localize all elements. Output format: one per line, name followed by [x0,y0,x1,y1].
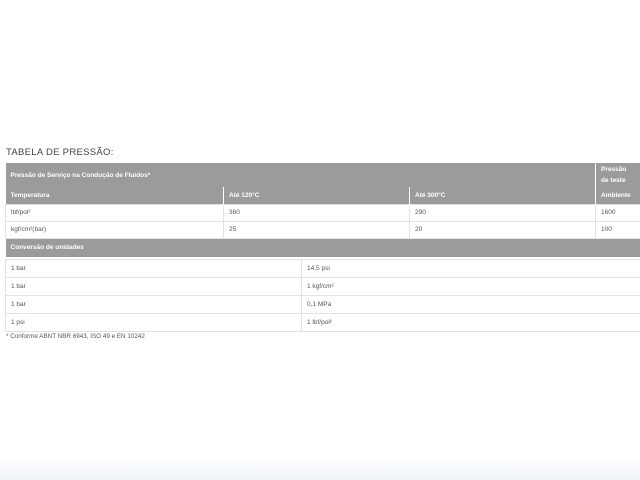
table-cell: 0,1 MPa [301,295,640,314]
table-cell: 1 bar [5,277,302,296]
table-row: 1 bar 14,5 psi [5,259,640,278]
column-header-ambiente: Ambiente [595,187,640,204]
footnote: * Conforme ABNT NBR 6943, ISO 49 e EN 10… [6,333,145,340]
column-header-ate-120: Até 120°C [223,187,410,204]
column-header-temperatura: Temperatura [5,187,224,204]
bottom-fade [0,458,640,480]
table-row: 1 psi 1 lbf/pol² [5,313,640,332]
column-header-ate-300: Até 300°C [409,187,597,204]
table-cell: 1 kgf/cm² [301,277,640,296]
conversion-header: Conversão de unidades [5,238,640,257]
table-cell: 1600 [595,203,640,222]
pressure-header-row: Pressão de Serviço na Condução de Fluído… [5,163,640,187]
table-cell: 1 lbf/pol² [301,313,640,332]
conversion-header-row: Conversão de unidades [5,238,640,257]
table-row: 1 bar 0,1 MPa [5,295,640,314]
table-cell: 1 bar [5,295,302,314]
table-cell: 290 [408,203,597,222]
column-header-row: Temperatura Até 120°C Até 300°C Ambiente [5,187,640,204]
test-pressure-header-line1: Pressão [601,166,627,173]
table-cell: 14,5 psi [301,259,640,278]
table-cell: 1 bar [5,259,302,278]
test-pressure-header: Pressão de teste [595,163,640,187]
service-pressure-header: Pressão de Serviço na Condução de Fluído… [5,163,597,187]
conversion-table: 1 bar 14,5 psi 1 bar 1 kgf/cm² 1 bar 0,1… [5,259,640,332]
table-cell: 100 [595,220,640,239]
table-cell: 25 [223,220,410,239]
table-cell: 1 psi [5,313,302,332]
table-row: kgf/cm²(bar) 25 20 100 [5,220,640,239]
table-cell: lbf/pol² [5,203,224,222]
page-title: TABELA DE PRESSÃO: [6,147,114,158]
table-row: lbf/pol² 360 290 1600 [5,203,640,222]
table-cell: 360 [223,203,410,222]
table-cell: kgf/cm²(bar) [5,220,224,239]
table-row: 1 bar 1 kgf/cm² [5,277,640,296]
table-cell: 20 [408,220,597,239]
pressure-table: Pressão de Serviço na Condução de Fluído… [5,163,640,257]
test-pressure-header-line2: de teste [601,177,626,184]
